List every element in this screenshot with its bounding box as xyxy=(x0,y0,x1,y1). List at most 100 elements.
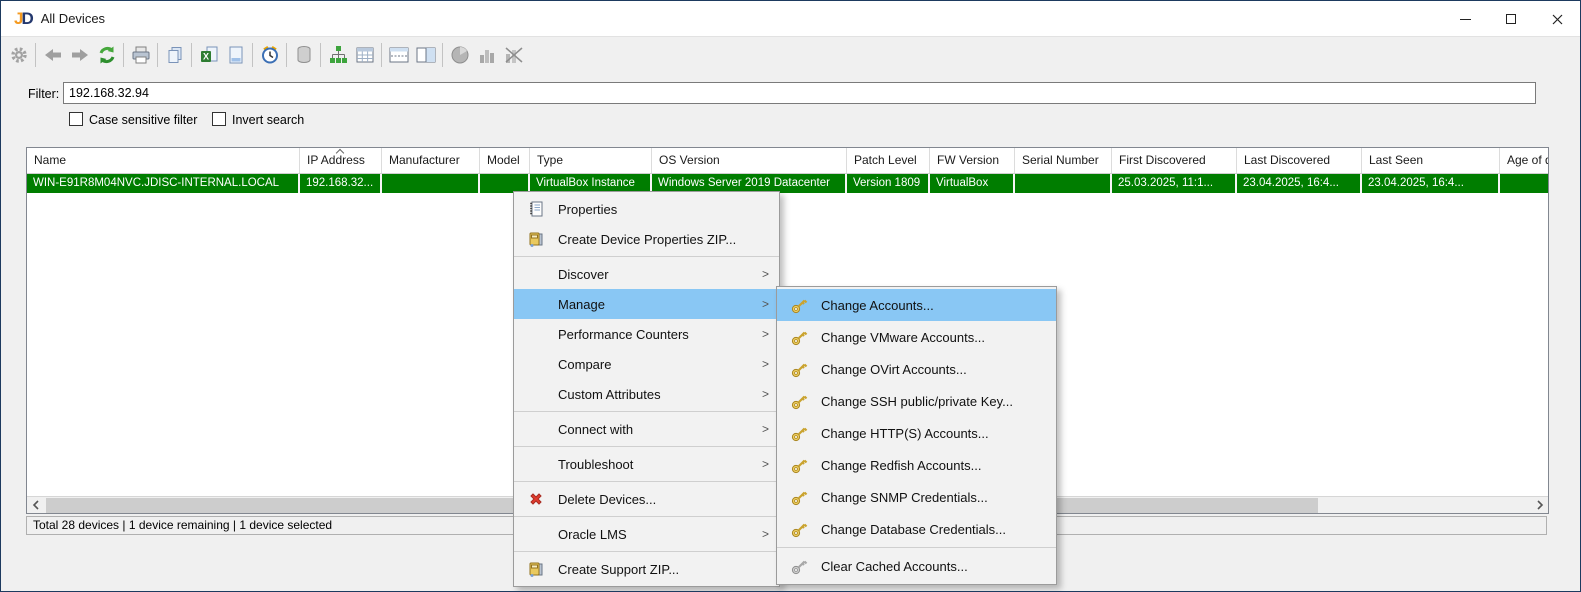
menu-item-create-support-zip[interactable]: Create Support ZIP... xyxy=(514,554,779,584)
menu-item-discover[interactable]: Discover > xyxy=(514,259,779,289)
key-icon xyxy=(777,328,821,347)
column-header-age[interactable]: Age of d xyxy=(1500,148,1548,173)
pie-chart-icon[interactable] xyxy=(446,41,473,69)
submenu-item-change-database[interactable]: Change Database Credentials... xyxy=(777,513,1056,545)
menu-item-compare[interactable]: Compare > xyxy=(514,349,779,379)
menu-item-delete-devices[interactable]: Delete Devices... xyxy=(514,484,779,514)
submenu-arrow-icon: > xyxy=(761,297,769,311)
forward-icon[interactable] xyxy=(66,41,93,69)
export-document-icon[interactable] xyxy=(222,41,249,69)
maximize-button[interactable] xyxy=(1488,1,1534,37)
cell-ip-address[interactable]: 192.168.32... xyxy=(300,174,382,193)
column-header-model[interactable]: Model xyxy=(480,148,530,173)
menu-item-manage[interactable]: Manage > xyxy=(514,289,779,319)
invert-search-checkbox[interactable] xyxy=(212,112,226,126)
cell-name[interactable]: WIN-E91R8M04NVC.JDISC-INTERNAL.LOCAL xyxy=(27,174,300,193)
menu-separator xyxy=(777,547,1056,548)
toolbar-separator xyxy=(252,42,253,67)
jdisc-logo-icon: JD xyxy=(14,8,34,28)
scroll-right-button[interactable] xyxy=(1531,497,1548,513)
settings-icon[interactable] xyxy=(5,41,32,69)
submenu-arrow-icon: > xyxy=(761,422,769,436)
column-header-first-discovered[interactable]: First Discovered xyxy=(1112,148,1237,173)
chevron-right-icon xyxy=(1536,500,1543,510)
submenu-item-change-vmware[interactable]: Change VMware Accounts... xyxy=(777,321,1056,353)
key-icon xyxy=(777,392,821,411)
cell-last-discovered[interactable]: 23.04.2025, 16:4... xyxy=(1237,174,1362,193)
topology-icon[interactable] xyxy=(324,41,351,69)
submenu-item-change-https[interactable]: Change HTTP(S) Accounts... xyxy=(777,417,1056,449)
properties-icon xyxy=(514,200,558,218)
submenu-arrow-icon: > xyxy=(761,267,769,281)
submenu-item-change-ssh-key[interactable]: Change SSH public/private Key... xyxy=(777,385,1056,417)
submenu-item-change-redfish[interactable]: Change Redfish Accounts... xyxy=(777,449,1056,481)
refresh-icon[interactable] xyxy=(93,41,120,69)
column-header-ip-address[interactable]: IP Address xyxy=(300,148,382,173)
split-horizontal-icon[interactable] xyxy=(385,41,412,69)
status-text: Total 28 devices | 1 device remaining | … xyxy=(33,518,333,532)
submenu-arrow-icon: > xyxy=(761,527,769,541)
copy-icon[interactable] xyxy=(161,41,188,69)
column-header-patch-level[interactable]: Patch Level xyxy=(847,148,930,173)
key-icon xyxy=(777,296,821,315)
cell-first-discovered[interactable]: 25.03.2025, 11:1... xyxy=(1112,174,1237,193)
chevron-left-icon xyxy=(32,500,39,510)
column-header-manufacturer[interactable]: Manufacturer xyxy=(382,148,480,173)
column-header-os-version[interactable]: OS Version xyxy=(652,148,847,173)
scroll-left-button[interactable] xyxy=(27,497,44,513)
menu-item-create-device-zip[interactable]: Create Device Properties ZIP... xyxy=(514,224,779,254)
title-bar: JD All Devices xyxy=(1,1,1580,37)
zip-archive-icon xyxy=(514,560,558,578)
key-icon xyxy=(777,360,821,379)
key-icon xyxy=(777,456,821,475)
case-sensitive-checkbox[interactable] xyxy=(69,112,83,126)
column-header-type[interactable]: Type xyxy=(530,148,652,173)
submenu-item-change-accounts[interactable]: Change Accounts... xyxy=(777,289,1056,321)
column-header-last-seen[interactable]: Last Seen xyxy=(1362,148,1500,173)
minimize-button[interactable] xyxy=(1442,1,1488,37)
filter-input[interactable] xyxy=(63,82,1536,104)
toolbar: X xyxy=(1,38,1580,71)
menu-item-custom-attributes[interactable]: Custom Attributes > xyxy=(514,379,779,409)
menu-item-connect-with[interactable]: Connect with > xyxy=(514,414,779,444)
cell-last-seen[interactable]: 23.04.2025, 16:4... xyxy=(1362,174,1500,193)
cell-fw-version[interactable]: VirtualBox xyxy=(930,174,1015,193)
submenu-item-clear-cached-accounts[interactable]: Clear Cached Accounts... xyxy=(777,550,1056,582)
manage-submenu: Change Accounts... Change VMware Account… xyxy=(776,286,1057,585)
split-vertical-icon[interactable] xyxy=(412,41,439,69)
menu-item-troubleshoot[interactable]: Troubleshoot > xyxy=(514,449,779,479)
toolbar-separator xyxy=(157,42,158,67)
cell-serial-number[interactable] xyxy=(1015,174,1112,193)
scheduler-icon[interactable] xyxy=(256,41,283,69)
table-view-icon[interactable] xyxy=(351,41,378,69)
submenu-item-change-snmp[interactable]: Change SNMP Credentials... xyxy=(777,481,1056,513)
no-chart-icon[interactable] xyxy=(500,41,527,69)
table-row-selected[interactable]: WIN-E91R8M04NVC.JDISC-INTERNAL.LOCAL 192… xyxy=(27,174,1548,193)
close-button[interactable] xyxy=(1534,1,1580,37)
menu-separator xyxy=(514,516,779,517)
cell-manufacturer[interactable] xyxy=(382,174,480,193)
column-header-last-discovered[interactable]: Last Discovered xyxy=(1237,148,1362,173)
menu-separator xyxy=(514,481,779,482)
column-header-serial-number[interactable]: Serial Number xyxy=(1015,148,1112,173)
maximize-icon xyxy=(1506,14,1516,24)
filter-label: Filter: xyxy=(28,87,60,101)
menu-separator xyxy=(514,411,779,412)
submenu-item-change-ovirt[interactable]: Change OVirt Accounts... xyxy=(777,353,1056,385)
key-gray-icon xyxy=(777,557,821,576)
column-header-name[interactable]: Name xyxy=(27,148,300,173)
export-excel-icon[interactable]: X xyxy=(195,41,222,69)
database-icon[interactable] xyxy=(290,41,317,69)
toolbar-separator xyxy=(381,42,382,67)
cell-age[interactable] xyxy=(1500,174,1548,193)
toolbar-separator xyxy=(442,42,443,67)
print-icon[interactable] xyxy=(127,41,154,69)
cell-patch-level[interactable]: Version 1809 xyxy=(847,174,930,193)
toolbar-separator xyxy=(35,42,36,67)
bar-chart-icon[interactable] xyxy=(473,41,500,69)
menu-item-performance-counters[interactable]: Performance Counters > xyxy=(514,319,779,349)
menu-item-properties[interactable]: Properties xyxy=(514,194,779,224)
column-header-fw-version[interactable]: FW Version xyxy=(930,148,1015,173)
back-icon[interactable] xyxy=(39,41,66,69)
menu-item-oracle-lms[interactable]: Oracle LMS > xyxy=(514,519,779,549)
